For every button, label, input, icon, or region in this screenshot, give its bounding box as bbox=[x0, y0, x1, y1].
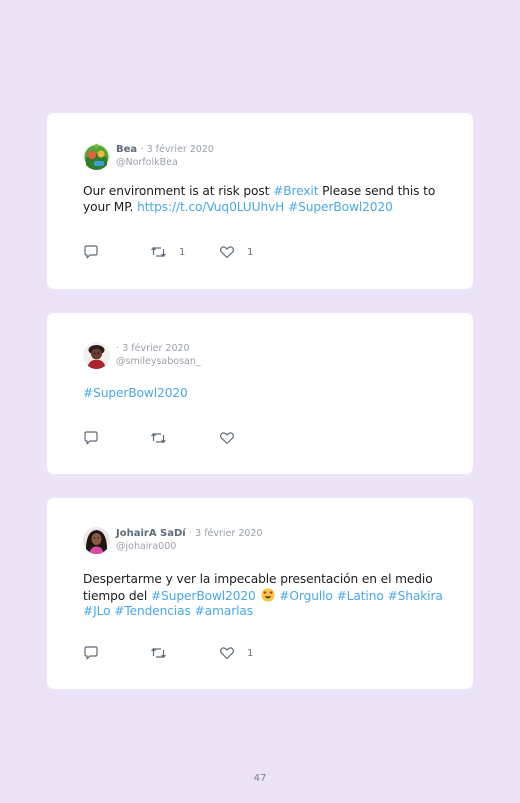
tweet-meta: Bea · 3 février 2020 @NorfolkBea bbox=[116, 143, 214, 169]
page-number: 47 bbox=[253, 773, 267, 784]
tweet-header: · 3 février 2020 @smileysabosan_ bbox=[83, 342, 443, 372]
heart-icon bbox=[220, 647, 234, 660]
retweet-icon bbox=[151, 246, 166, 258]
author-handle[interactable]: @johaira000 bbox=[116, 540, 263, 553]
like-count: 1 bbox=[247, 647, 254, 659]
tweet-text: Despertarme y ver la impecable presentac… bbox=[83, 572, 443, 620]
retweet-icon bbox=[151, 647, 166, 659]
like-count: 1 bbox=[247, 246, 254, 258]
retweet-icon bbox=[151, 432, 166, 444]
meta-separator: · bbox=[116, 343, 120, 354]
tweet-text: Our environment is at risk post #Brexit … bbox=[83, 184, 443, 215]
reply-bubble-icon bbox=[84, 245, 98, 259]
tweet-date[interactable]: 3 février 2020 bbox=[147, 144, 214, 155]
reply-button[interactable] bbox=[83, 430, 99, 446]
tweet-link[interactable]: #Orgullo bbox=[279, 589, 333, 603]
heart-icon bbox=[220, 246, 234, 259]
author-name[interactable]: JohairA SaDí bbox=[116, 528, 186, 539]
tweet-card: · 3 février 2020 @smileysabosan_ #SuperB… bbox=[47, 313, 473, 474]
heart-eyes-emoji bbox=[260, 587, 275, 602]
author-handle[interactable]: @NorfolkBea bbox=[116, 156, 214, 169]
author-name[interactable]: Bea bbox=[116, 144, 137, 155]
tweet-link[interactable]: #Latino bbox=[337, 589, 384, 603]
tweet-link[interactable]: https://t.co/Vuq0LUUhvH bbox=[137, 200, 284, 214]
tweet-link[interactable]: #Shakira bbox=[387, 589, 442, 603]
retweet-button[interactable] bbox=[150, 645, 179, 661]
tweet-link[interactable]: #SuperBowl2020 bbox=[83, 386, 188, 400]
tweet-actions bbox=[83, 430, 283, 446]
tweet-actions: 1 bbox=[83, 645, 283, 661]
tweet-link[interactable]: #SuperBowl2020 bbox=[151, 589, 256, 603]
tweet-link[interactable]: #amarlas bbox=[195, 604, 254, 618]
tweet-date[interactable]: 3 février 2020 bbox=[195, 528, 262, 539]
retweet-count: 1 bbox=[179, 246, 186, 258]
tweet-link[interactable]: #SuperBowl2020 bbox=[288, 200, 393, 214]
reply-button[interactable] bbox=[83, 645, 99, 661]
reply-bubble-icon bbox=[84, 431, 98, 445]
tweet-text-segment bbox=[256, 589, 260, 603]
tweet-link[interactable]: #Brexit bbox=[273, 184, 318, 198]
tweet-header: Bea · 3 février 2020 @NorfolkBea bbox=[83, 143, 443, 173]
like-button[interactable]: 1 bbox=[219, 244, 253, 260]
tweet-date[interactable]: 3 février 2020 bbox=[122, 343, 189, 354]
heart-icon bbox=[220, 432, 234, 445]
tweet-header: JohairA SaDí · 3 février 2020 @johaira00… bbox=[83, 527, 443, 557]
tweet-actions: 1 1 bbox=[83, 244, 283, 260]
avatar[interactable] bbox=[83, 143, 110, 170]
tweet-meta: JohairA SaDí · 3 février 2020 @johaira00… bbox=[116, 527, 263, 553]
meta-separator: · bbox=[140, 144, 144, 155]
retweet-button[interactable] bbox=[150, 430, 179, 446]
tweet-card: Bea · 3 février 2020 @NorfolkBea Our env… bbox=[47, 113, 473, 289]
tweet-card: JohairA SaDí · 3 février 2020 @johaira00… bbox=[47, 498, 473, 689]
avatar[interactable] bbox=[83, 527, 110, 554]
reply-button[interactable] bbox=[83, 244, 99, 260]
tweet-text-segment bbox=[443, 589, 447, 603]
tweet-meta: · 3 février 2020 @smileysabosan_ bbox=[116, 342, 201, 368]
author-handle[interactable]: @smileysabosan_ bbox=[116, 355, 201, 368]
tweet-link[interactable]: #JLo bbox=[83, 604, 111, 618]
reply-bubble-icon bbox=[84, 646, 98, 660]
tweet-link[interactable]: #Tendencias bbox=[114, 604, 191, 618]
like-button[interactable]: 1 bbox=[219, 645, 253, 661]
retweet-button[interactable]: 1 bbox=[150, 244, 185, 260]
tweet-text-segment: Our environment is at risk post bbox=[83, 184, 274, 198]
tweet-text: #SuperBowl2020 bbox=[83, 386, 443, 402]
like-button[interactable] bbox=[219, 430, 247, 446]
avatar[interactable] bbox=[83, 342, 110, 369]
meta-separator: · bbox=[188, 528, 192, 539]
